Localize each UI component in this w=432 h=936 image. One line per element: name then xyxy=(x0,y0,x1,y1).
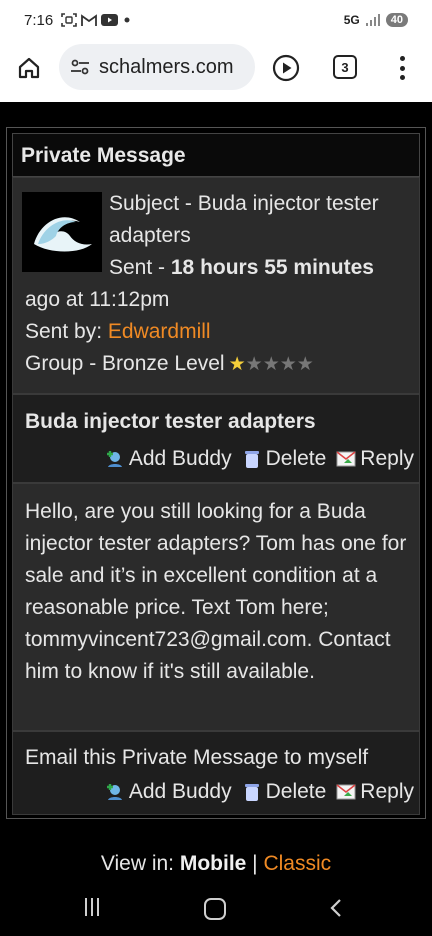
gmail-icon xyxy=(81,13,98,26)
screenshot-icon xyxy=(61,13,78,27)
message-body-cell: Hello, are you still looking for a Buda … xyxy=(12,483,420,731)
notification-icons xyxy=(61,13,132,27)
add-buddy-button[interactable]: Add Buddy xyxy=(105,776,232,808)
reply-icon xyxy=(336,451,356,467)
email-row: Email this Private Message to myself Add… xyxy=(12,731,420,815)
star-empty-icon: ★ xyxy=(279,353,297,375)
browser-toolbar: schalmers.com 3 xyxy=(0,40,432,102)
signal-icon xyxy=(365,14,380,26)
message-body: Hello, are you still looking for a Buda … xyxy=(25,500,407,683)
message-meta-continued: ago at 11:12pm Sent by: Edwardmill Group… xyxy=(25,284,415,380)
dot-icon xyxy=(124,17,130,23)
delete-button[interactable]: Delete xyxy=(242,776,326,808)
star-empty-icon: ★ xyxy=(245,353,263,375)
play-icon[interactable] xyxy=(272,54,300,82)
sent-by-line: Sent by: Edwardmill xyxy=(25,320,211,343)
classic-view-link[interactable]: Classic xyxy=(263,852,331,875)
home-icon[interactable] xyxy=(17,56,41,80)
star-empty-icon: ★ xyxy=(262,353,280,375)
mobile-view-link[interactable]: Mobile xyxy=(180,852,247,875)
star-filled-icon: ★ xyxy=(228,353,246,375)
home-button[interactable] xyxy=(204,898,226,920)
back-button[interactable] xyxy=(327,898,347,918)
message-title-row: Buda injector tester adapters Add Buddy … xyxy=(12,394,420,483)
trash-icon xyxy=(244,784,259,801)
wave-logo-icon xyxy=(22,192,102,272)
panel-header: Private Message xyxy=(12,133,420,177)
sender-avatar[interactable] xyxy=(22,192,102,272)
overflow-menu-icon[interactable] xyxy=(396,56,408,80)
reply-button[interactable]: Reply xyxy=(336,443,414,475)
sender-link[interactable]: Edwardmill xyxy=(108,320,211,343)
reply-button[interactable]: Reply xyxy=(336,776,414,808)
network-label: 5G xyxy=(343,13,360,27)
message-title: Buda injector tester adapters xyxy=(25,410,316,433)
message-meta: Subject - Buda injector tester adapters … xyxy=(109,188,409,284)
recents-button[interactable] xyxy=(85,898,105,918)
rating-stars: ★ ★ ★ ★ ★ xyxy=(229,355,314,374)
battery-indicator: 40 xyxy=(385,13,408,27)
sent-time: ago at 11:12pm xyxy=(25,288,170,311)
reply-icon xyxy=(336,784,356,800)
subject-line: Subject - Buda injector tester adapters xyxy=(109,192,379,247)
site-settings-icon[interactable] xyxy=(69,56,91,78)
message-actions-bottom: Add Buddy Delete Reply xyxy=(105,776,414,808)
url-text: schalmers.com xyxy=(99,55,234,78)
address-bar[interactable]: schalmers.com xyxy=(59,44,255,90)
message-actions: Add Buddy Delete Reply xyxy=(105,443,414,475)
add-buddy-icon xyxy=(106,784,122,800)
view-mode-footer: View in: Mobile | Classic xyxy=(100,852,332,875)
star-empty-icon: ★ xyxy=(296,353,314,375)
sent-line: Sent - 18 hours 55 minutes xyxy=(109,256,374,279)
delete-button[interactable]: Delete xyxy=(242,443,326,475)
sent-duration: 18 hours 55 minutes xyxy=(170,256,374,279)
tab-switcher-button[interactable]: 3 xyxy=(333,55,357,79)
private-message-panel: Private Message Subject - Buda injector … xyxy=(6,127,426,819)
status-time: 7:16 xyxy=(24,11,54,29)
add-buddy-icon xyxy=(106,451,122,467)
system-nav-bar xyxy=(0,890,432,936)
trash-icon xyxy=(244,451,259,468)
add-buddy-button[interactable]: Add Buddy xyxy=(105,443,232,475)
email-to-myself-link[interactable]: Email this Private Message to myself xyxy=(25,742,368,774)
youtube-icon xyxy=(101,14,119,26)
group-line: Group - Bronze Level ★ ★ ★ ★ ★ xyxy=(25,352,314,375)
message-info-cell: Subject - Buda injector tester adapters … xyxy=(12,177,420,394)
status-bar: 7:16 5G 40 xyxy=(0,0,432,40)
